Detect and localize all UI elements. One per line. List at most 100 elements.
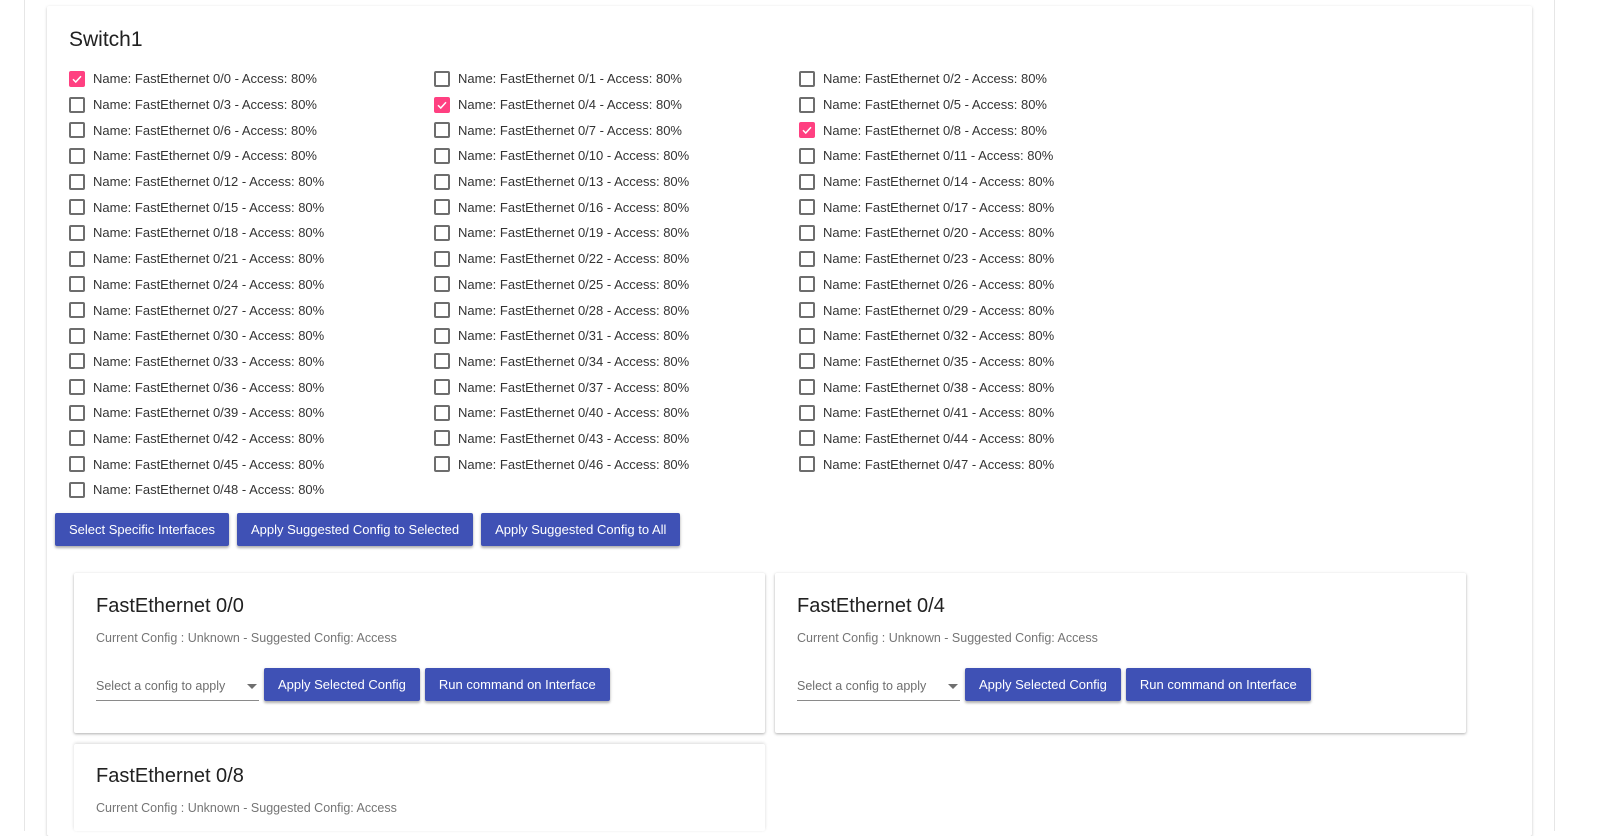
interface-checkbox-item[interactable]: Name: FastEthernet 0/46 - Access: 80% [434,451,799,477]
interface-checkbox-item[interactable]: Name: FastEthernet 0/15 - Access: 80% [69,194,434,220]
interface-checkbox[interactable] [799,456,815,473]
interface-checkbox[interactable] [69,302,85,319]
interface-checkbox[interactable] [799,70,815,87]
apply-suggested-to-all-button[interactable]: Apply Suggested Config to All [481,513,681,546]
interface-checkbox-item[interactable]: Name: FastEthernet 0/9 - Access: 80% [69,143,434,169]
interface-checkbox[interactable] [434,96,450,113]
interface-checkbox[interactable] [799,404,815,421]
interface-checkbox[interactable] [799,122,815,139]
interface-checkbox[interactable] [799,379,815,396]
interface-checkbox-item[interactable]: Name: FastEthernet 0/26 - Access: 80% [799,272,1164,298]
interface-checkbox-item[interactable]: Name: FastEthernet 0/29 - Access: 80% [799,297,1164,323]
interface-checkbox[interactable] [434,353,450,370]
interface-checkbox-item[interactable]: Name: FastEthernet 0/21 - Access: 80% [69,246,434,272]
interface-checkbox-item[interactable]: Name: FastEthernet 0/30 - Access: 80% [69,323,434,349]
interface-checkbox-item[interactable]: Name: FastEthernet 0/12 - Access: 80% [69,169,434,195]
interface-checkbox[interactable] [799,147,815,164]
interface-checkbox-item[interactable]: Name: FastEthernet 0/4 - Access: 80% [434,92,799,118]
interface-checkbox-item[interactable]: Name: FastEthernet 0/43 - Access: 80% [434,426,799,452]
apply-suggested-to-selected-button[interactable]: Apply Suggested Config to Selected [236,513,474,546]
interface-checkbox-item[interactable]: Name: FastEthernet 0/44 - Access: 80% [799,426,1164,452]
interface-checkbox[interactable] [69,199,85,216]
interface-checkbox-item[interactable]: Name: FastEthernet 0/13 - Access: 80% [434,169,799,195]
run-command-on-interface-button[interactable]: Run command on Interface [1125,668,1311,701]
interface-checkbox-item[interactable]: Name: FastEthernet 0/8 - Access: 80% [799,117,1164,143]
interface-checkbox-item[interactable]: Name: FastEthernet 0/23 - Access: 80% [799,246,1164,272]
interface-checkbox[interactable] [434,456,450,473]
apply-selected-config-button[interactable]: Apply Selected Config [264,668,420,701]
interface-checkbox-item[interactable]: Name: FastEthernet 0/20 - Access: 80% [799,220,1164,246]
interface-checkbox[interactable] [69,379,85,396]
select-specific-interfaces-button[interactable]: Select Specific Interfaces [55,513,229,546]
interface-checkbox[interactable] [69,353,85,370]
interface-checkbox-item[interactable]: Name: FastEthernet 0/19 - Access: 80% [434,220,799,246]
interface-checkbox[interactable] [69,276,85,293]
interface-checkbox[interactable] [69,430,85,447]
interface-checkbox-item[interactable]: Name: FastEthernet 0/6 - Access: 80% [69,117,434,143]
interface-checkbox[interactable] [434,224,450,241]
interface-checkbox-item[interactable]: Name: FastEthernet 0/17 - Access: 80% [799,194,1164,220]
interface-checkbox-item[interactable]: Name: FastEthernet 0/11 - Access: 80% [799,143,1164,169]
interface-checkbox-item[interactable]: Name: FastEthernet 0/24 - Access: 80% [69,272,434,298]
interface-checkbox[interactable] [434,379,450,396]
interface-checkbox[interactable] [69,70,85,87]
interface-checkbox-item[interactable]: Name: FastEthernet 0/25 - Access: 80% [434,272,799,298]
interface-checkbox-item[interactable]: Name: FastEthernet 0/41 - Access: 80% [799,400,1164,426]
interface-checkbox-item[interactable]: Name: FastEthernet 0/33 - Access: 80% [69,349,434,375]
interface-checkbox-item[interactable]: Name: FastEthernet 0/18 - Access: 80% [69,220,434,246]
interface-checkbox[interactable] [799,276,815,293]
interface-checkbox-item[interactable]: Name: FastEthernet 0/32 - Access: 80% [799,323,1164,349]
interface-checkbox[interactable] [69,173,85,190]
interface-checkbox[interactable] [434,122,450,139]
interface-checkbox[interactable] [434,302,450,319]
interface-checkbox[interactable] [434,430,450,447]
interface-checkbox-item[interactable]: Name: FastEthernet 0/37 - Access: 80% [434,374,799,400]
interface-checkbox-item[interactable]: Name: FastEthernet 0/28 - Access: 80% [434,297,799,323]
interface-checkbox-item[interactable]: Name: FastEthernet 0/14 - Access: 80% [799,169,1164,195]
interface-checkbox-item[interactable]: Name: FastEthernet 0/48 - Access: 80% [69,477,434,503]
interface-checkbox-item[interactable]: Name: FastEthernet 0/22 - Access: 80% [434,246,799,272]
interface-checkbox-item[interactable]: Name: FastEthernet 0/38 - Access: 80% [799,374,1164,400]
interface-checkbox-item[interactable]: Name: FastEthernet 0/27 - Access: 80% [69,297,434,323]
interface-checkbox-item[interactable]: Name: FastEthernet 0/7 - Access: 80% [434,117,799,143]
interface-checkbox-item[interactable]: Name: FastEthernet 0/42 - Access: 80% [69,426,434,452]
interface-checkbox-item[interactable]: Name: FastEthernet 0/35 - Access: 80% [799,349,1164,375]
interface-checkbox[interactable] [799,96,815,113]
interface-checkbox[interactable] [799,250,815,267]
interface-checkbox[interactable] [799,173,815,190]
interface-checkbox[interactable] [434,173,450,190]
interface-checkbox[interactable] [434,404,450,421]
interface-checkbox[interactable] [799,430,815,447]
interface-checkbox[interactable] [799,224,815,241]
interface-checkbox-item[interactable]: Name: FastEthernet 0/31 - Access: 80% [434,323,799,349]
interface-checkbox-item[interactable]: Name: FastEthernet 0/36 - Access: 80% [69,374,434,400]
apply-selected-config-button[interactable]: Apply Selected Config [965,668,1121,701]
interface-checkbox-item[interactable]: Name: FastEthernet 0/1 - Access: 80% [434,66,799,92]
interface-checkbox[interactable] [69,250,85,267]
interface-checkbox[interactable] [434,276,450,293]
interface-checkbox-item[interactable]: Name: FastEthernet 0/2 - Access: 80% [799,66,1164,92]
interface-checkbox[interactable] [69,122,85,139]
config-select[interactable]: Select a config to apply [797,669,960,701]
interface-checkbox-item[interactable]: Name: FastEthernet 0/5 - Access: 80% [799,92,1164,118]
interface-checkbox[interactable] [799,327,815,344]
interface-checkbox[interactable] [69,224,85,241]
interface-checkbox-item[interactable]: Name: FastEthernet 0/0 - Access: 80% [69,66,434,92]
interface-checkbox[interactable] [799,199,815,216]
interface-checkbox[interactable] [434,199,450,216]
interface-checkbox[interactable] [69,481,85,498]
interface-checkbox-item[interactable]: Name: FastEthernet 0/3 - Access: 80% [69,92,434,118]
interface-checkbox[interactable] [434,250,450,267]
interface-checkbox[interactable] [434,70,450,87]
interface-checkbox[interactable] [799,353,815,370]
interface-checkbox[interactable] [69,147,85,164]
interface-checkbox[interactable] [69,456,85,473]
interface-checkbox[interactable] [69,327,85,344]
interface-checkbox[interactable] [434,327,450,344]
interface-checkbox-item[interactable]: Name: FastEthernet 0/34 - Access: 80% [434,349,799,375]
interface-checkbox-item[interactable]: Name: FastEthernet 0/16 - Access: 80% [434,194,799,220]
interface-checkbox[interactable] [799,302,815,319]
interface-checkbox-item[interactable]: Name: FastEthernet 0/45 - Access: 80% [69,451,434,477]
interface-checkbox[interactable] [69,96,85,113]
config-select[interactable]: Select a config to apply [96,669,259,701]
